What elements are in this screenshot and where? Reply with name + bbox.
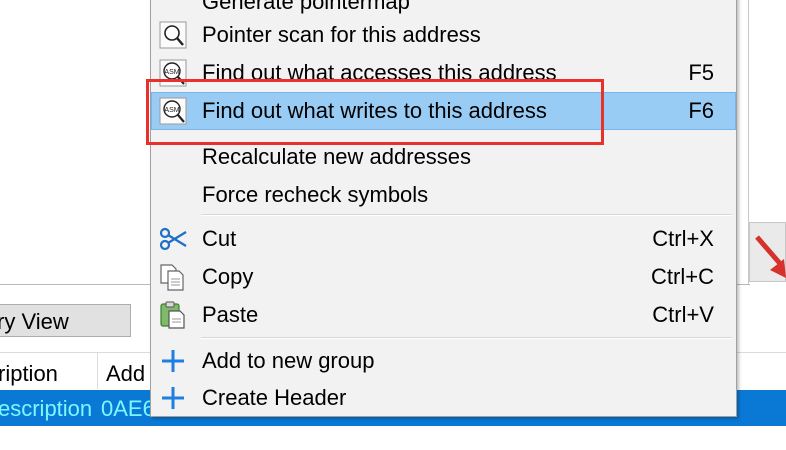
- menu-item-label: Add to new group: [202, 348, 375, 373]
- scissors-icon: [159, 227, 187, 251]
- memory-view-button[interactable]: ry View: [0, 304, 131, 337]
- menu-item-label: Cut: [202, 226, 237, 251]
- asm-magnifier-icon: ASM: [159, 97, 187, 125]
- column-header-description[interactable]: ription: [0, 361, 58, 387]
- red-arrow-annotation: [755, 235, 786, 278]
- menu-item-label: Paste: [202, 302, 259, 327]
- menu-item-label: Create Header: [202, 385, 347, 410]
- menu-item-label: Find out what writes to this address: [202, 98, 547, 123]
- menu-item-label: Find out what accesses this address: [202, 60, 557, 85]
- menu-item-label: Force recheck symbols: [202, 182, 429, 207]
- magnifier-icon: [159, 21, 187, 49]
- menu-item-label: Recalculate new addresses: [202, 144, 472, 169]
- row-address: 0AE6: [101, 396, 155, 421]
- svg-text:ASM: ASM: [164, 69, 179, 76]
- row-description: escription: [0, 396, 93, 421]
- context-menu: Generate pointermap Pointer scan for thi…: [150, 0, 737, 417]
- plus-icon: [162, 387, 184, 409]
- menu-item-label: Copy: [202, 264, 254, 289]
- menu-item-shortcut: Ctrl+X: [652, 226, 714, 251]
- menu-item-force-recheck-symbols[interactable]: Force recheck symbols: [151, 176, 736, 214]
- menu-item-find-accesses[interactable]: ASM Find out what accesses this address …: [151, 54, 736, 92]
- menu-item-copy[interactable]: Copy Ctrl+C: [151, 258, 736, 296]
- menu-item-label: Pointer scan for this address: [202, 22, 481, 47]
- asm-magnifier-icon: ASM: [159, 59, 187, 87]
- menu-item-paste[interactable]: Paste Ctrl+V: [151, 296, 736, 334]
- column-separator[interactable]: [97, 353, 98, 389]
- menu-item-add-to-new-group[interactable]: Add to new group: [151, 342, 736, 380]
- menu-item-find-writes[interactable]: ASM Find out what writes to this address…: [151, 92, 736, 130]
- menu-separator-highlight: [201, 338, 732, 339]
- plus-icon: [162, 350, 184, 372]
- menu-item-create-header[interactable]: Create Header: [151, 379, 736, 417]
- menu-item-recalculate-addresses[interactable]: Recalculate new addresses: [151, 138, 736, 176]
- menu-item-shortcut: F6: [688, 98, 714, 123]
- menu-separator-highlight: [201, 215, 732, 216]
- copy-icon: [160, 264, 184, 291]
- menu-item-shortcut: F5: [688, 60, 714, 85]
- menu-item-label: Generate pointermap: [202, 0, 410, 14]
- paste-icon: [160, 301, 185, 329]
- menu-item-pointer-scan[interactable]: Pointer scan for this address: [151, 16, 736, 54]
- column-header-address[interactable]: Add: [106, 361, 145, 387]
- menu-item-cut[interactable]: Cut Ctrl+X: [151, 220, 736, 258]
- menu-item-shortcut: Ctrl+V: [652, 302, 714, 327]
- svg-text:ASM: ASM: [164, 107, 179, 114]
- menu-item-shortcut: Ctrl+C: [651, 264, 714, 289]
